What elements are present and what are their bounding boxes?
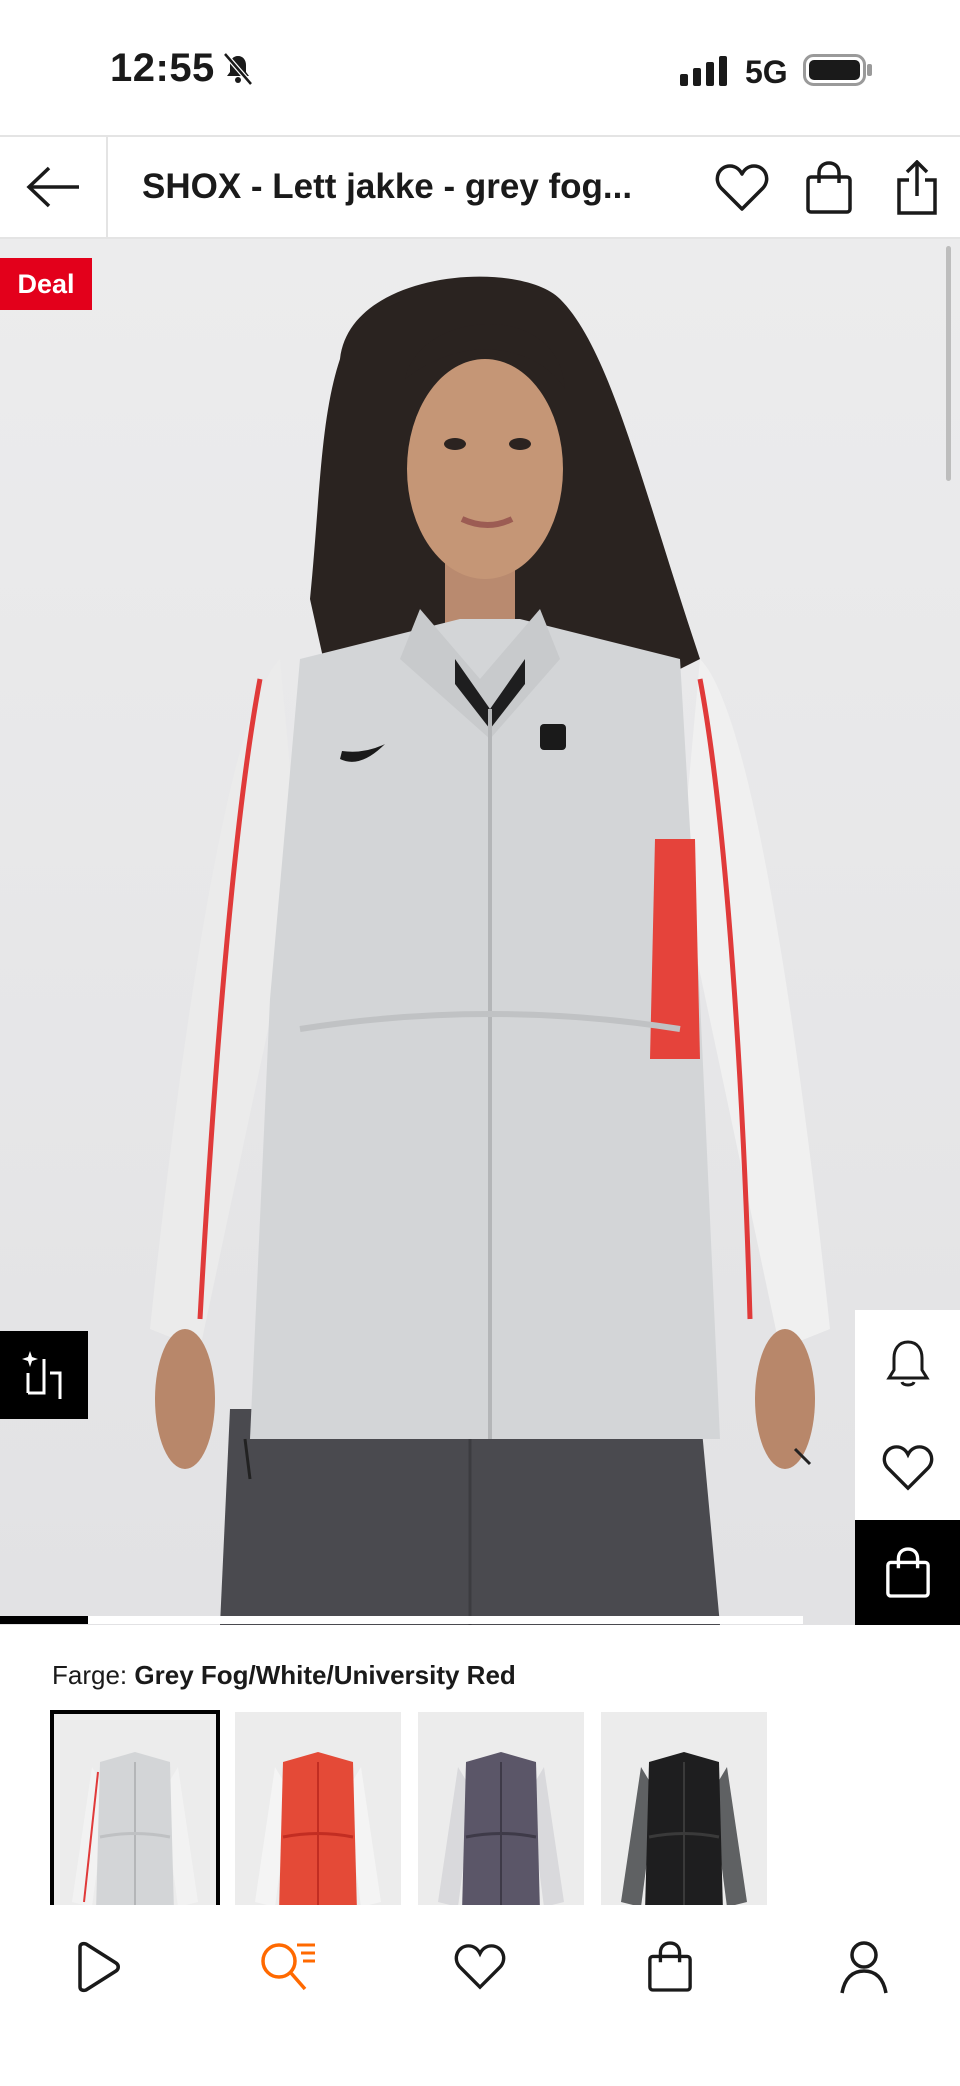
- product-header: SHOX - Lett jakke - grey fog...: [0, 135, 960, 239]
- status-bar: 12:55 5G: [0, 0, 960, 135]
- model-photo: [0, 239, 960, 1625]
- cart-button[interactable]: [800, 159, 858, 217]
- status-time: 12:55: [110, 46, 215, 90]
- nav-item-search[interactable]: [247, 1927, 327, 2007]
- side-wishlist-button[interactable]: [855, 1415, 960, 1520]
- play-icon: [78, 1941, 120, 1993]
- cellular-signal-icon: [680, 56, 727, 86]
- back-arrow-icon: [26, 166, 79, 208]
- wishlist-button[interactable]: [713, 159, 771, 217]
- shopping-bag-icon: [806, 161, 852, 214]
- color-label: Farge:: [52, 1660, 128, 1690]
- user-icon: [840, 1941, 888, 1994]
- nav-item-cart[interactable]: [630, 1927, 710, 2007]
- shopping-bag-icon: [885, 1546, 930, 1598]
- deal-badge: Deal: [0, 258, 92, 310]
- color-swatch-black[interactable]: [601, 1712, 767, 1912]
- bottom-navigation: [0, 1905, 960, 2086]
- carousel-progress-track: [88, 1616, 803, 1624]
- page-title: SHOX - Lett jakke - grey fog...: [142, 167, 633, 206]
- swatch-image: [235, 1712, 401, 1912]
- product-side-actions: [855, 1310, 960, 1625]
- heart-icon: [454, 1944, 506, 1990]
- add-to-cart-button[interactable]: [855, 1520, 960, 1625]
- compare-button[interactable]: [0, 1331, 88, 1419]
- color-value: Grey Fog/White/University Red: [134, 1660, 516, 1690]
- bell-slash-icon: [223, 52, 253, 86]
- image-scrollbar[interactable]: [946, 246, 951, 481]
- notify-button[interactable]: [855, 1310, 960, 1415]
- bell-icon: [885, 1339, 930, 1386]
- swatch-image: [52, 1712, 218, 1912]
- nav-item-discover[interactable]: [56, 1927, 136, 2007]
- search-list-icon: [261, 1943, 315, 1991]
- back-button[interactable]: [0, 137, 108, 237]
- swatch-image: [601, 1712, 767, 1912]
- network-type: 5G: [745, 54, 788, 90]
- color-label-row: Farge: Grey Fog/White/University Red: [52, 1660, 516, 1691]
- heart-icon: [882, 1444, 933, 1491]
- battery-icon: [803, 54, 872, 86]
- product-image[interactable]: [0, 239, 960, 1625]
- nav-item-wishlist[interactable]: [440, 1927, 520, 2007]
- carousel-progress-fill: [0, 1616, 88, 1624]
- heart-icon: [715, 164, 769, 211]
- shopping-bag-icon: [648, 1941, 692, 1992]
- color-swatch-red[interactable]: [235, 1712, 401, 1912]
- swatch-image: [418, 1712, 584, 1912]
- color-swatch-grey-fog[interactable]: [50, 1710, 220, 1914]
- share-button[interactable]: [888, 159, 946, 217]
- nav-item-profile[interactable]: [824, 1927, 904, 2007]
- share-icon: [897, 160, 937, 215]
- color-swatch-purple[interactable]: [418, 1712, 584, 1912]
- sparkle-crop-icon: [22, 1351, 62, 1399]
